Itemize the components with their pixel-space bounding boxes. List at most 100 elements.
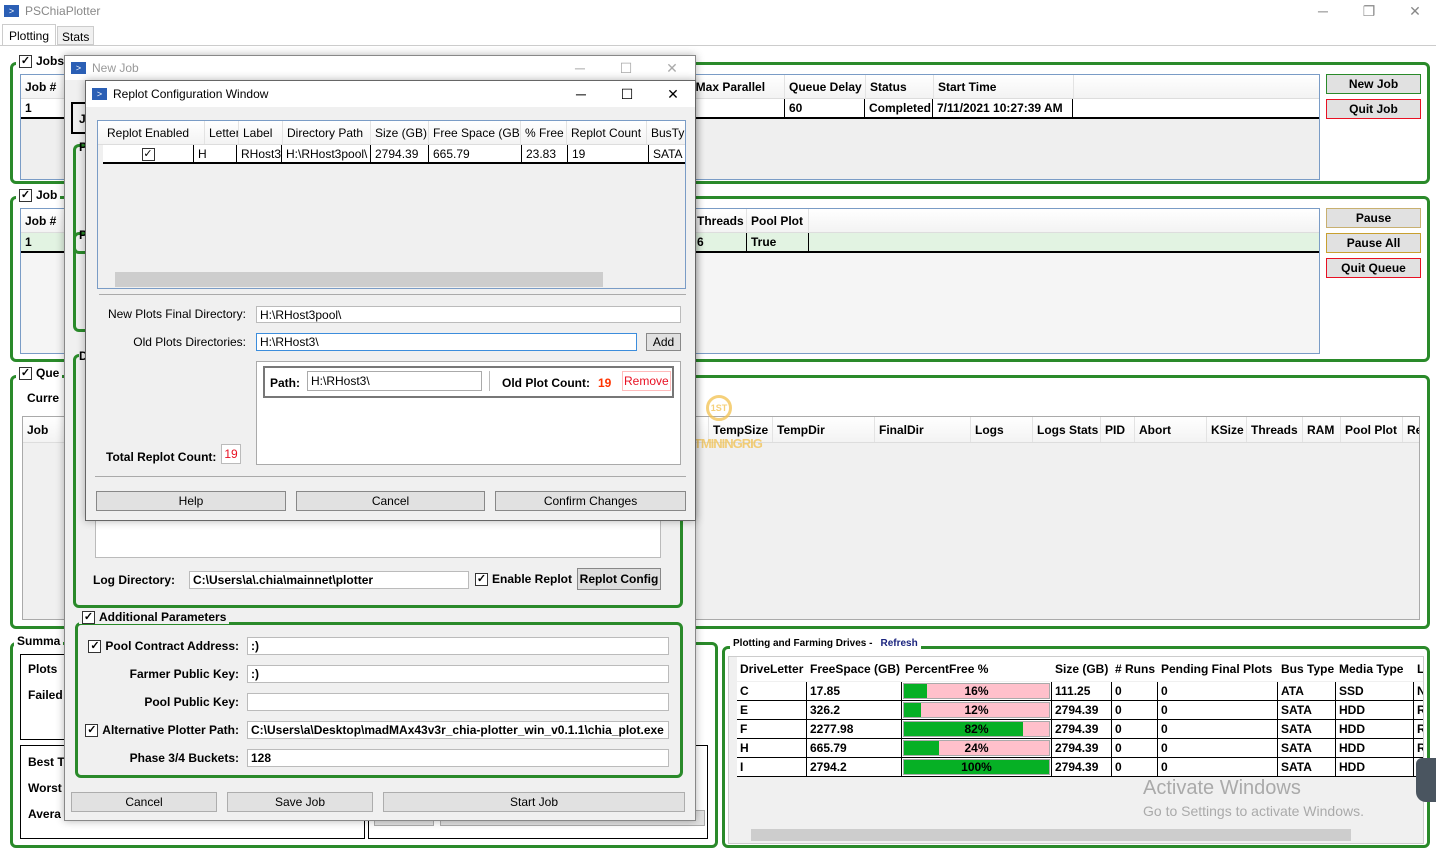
drive-row[interactable]: F2277.9882%2794.3900SATAHDDR <box>737 720 1423 739</box>
param-input[interactable]: C:\Users\a\Desktop\madMAx43v3r_chia-plot… <box>247 721 669 739</box>
param-checkbox[interactable]: ✓ <box>88 639 102 653</box>
horizontal-scrollbar[interactable] <box>98 271 685 288</box>
col-header[interactable]: KSize <box>1207 417 1247 442</box>
col-header[interactable]: Free Space (GB) <box>429 121 521 144</box>
col-header[interactable]: Replot Enabled <box>103 121 205 144</box>
col-header[interactable]: Size (GB) <box>1052 657 1112 681</box>
param-input[interactable]: :) <box>247 665 669 683</box>
col-header[interactable]: Label <box>239 121 283 144</box>
start-job-button[interactable]: Start Job <box>383 792 685 812</box>
runs-checkbox[interactable]: ✓ <box>19 366 32 380</box>
col-header[interactable]: Abort <box>1135 417 1207 442</box>
col-header[interactable]: Directory Path <box>283 121 371 144</box>
col-header[interactable]: FinalDir <box>875 417 971 442</box>
minimize-button[interactable]: ─ <box>557 56 603 80</box>
param-label: ✓ Pool Contract Address: <box>75 639 239 653</box>
drives-grid[interactable]: DriveLetter FreeSpace (GB) PercentFree % Si… <box>728 656 1424 844</box>
summary-average: Avera <box>28 807 61 821</box>
confirm-changes-button[interactable]: Confirm Changes <box>495 491 686 511</box>
col-header[interactable]: Queue Delay <box>785 75 866 98</box>
maximize-button[interactable]: ☐ <box>604 81 650 107</box>
drive-row[interactable]: C17.8516%111.2500ATASSDN <box>737 682 1423 701</box>
help-button[interactable]: Help <box>96 491 286 511</box>
col-header[interactable]: Logs <box>971 417 1033 442</box>
col-header[interactable]: Logs Stats <box>1033 417 1101 442</box>
activate-windows-subtitle: Go to Settings to activate Windows. <box>1143 803 1364 819</box>
col-header[interactable]: # Runs <box>1112 657 1158 681</box>
remove-button[interactable]: Remove <box>622 371 671 391</box>
percent-fill <box>904 703 922 717</box>
drive-row[interactable]: E326.212%2794.3900SATAHDDR <box>737 701 1423 720</box>
param-checkbox[interactable]: ✓ <box>85 723 99 737</box>
new-job-button[interactable]: New Job <box>1326 74 1421 94</box>
minimize-button[interactable]: ─ <box>1300 0 1346 24</box>
pause-all-button[interactable]: Pause All <box>1326 233 1421 253</box>
jobs-checkbox[interactable]: ✓ <box>19 54 32 68</box>
new-final-dir-input[interactable]: H:\RHost3pool\ <box>256 306 681 323</box>
tab-plotting[interactable]: Plotting <box>2 24 57 46</box>
queues-checkbox[interactable]: ✓ <box>19 188 32 202</box>
param-input[interactable]: 128 <box>247 749 669 767</box>
add-button[interactable]: Add <box>646 333 681 351</box>
cancel-button[interactable]: Cancel <box>296 491 485 511</box>
quit-queue-button[interactable]: Quit Queue <box>1326 258 1421 278</box>
drive-row[interactable]: I 2794.2 100% 2794.39 0 0 SATA HDD <box>737 758 1423 777</box>
col-header[interactable]: Start Time <box>934 75 1074 98</box>
col-header[interactable]: RAM <box>1303 417 1341 442</box>
close-button[interactable]: ✕ <box>1392 0 1436 24</box>
replot-config-button[interactable]: Replot Config <box>577 568 661 590</box>
cell: 665.79 <box>807 739 902 757</box>
table-row[interactable]: ✓ H RHost3 H:\RHost3pool\ 2794.39 665.79 23.8… <box>103 145 685 164</box>
enable-replot-checkbox[interactable]: ✓ <box>475 572 488 586</box>
col-header[interactable]: Size (GB) <box>371 121 429 144</box>
col-header[interactable]: Status <box>866 75 934 98</box>
col-header[interactable]: Re <box>1403 417 1419 442</box>
col-header[interactable]: Pool Plot <box>747 209 809 232</box>
additional-params-checkbox[interactable]: ✓ <box>82 610 95 624</box>
col-header[interactable]: Threads <box>1247 417 1303 442</box>
col-header[interactable]: L <box>1414 657 1423 681</box>
close-button[interactable]: ✕ <box>650 81 696 107</box>
old-dirs-input[interactable]: H:\RHost3\ <box>256 333 637 351</box>
maximize-button[interactable]: ☐ <box>603 56 649 80</box>
drive-row[interactable]: H665.7924%2794.3900SATAHDDR <box>737 739 1423 758</box>
cell: 2277.98 <box>807 720 902 738</box>
quit-job-button[interactable]: Quit Job <box>1326 99 1421 119</box>
log-directory-input[interactable]: C:\Users\a\.chia\mainnet\plotter <box>189 571 469 589</box>
cell: 2794.2 <box>807 758 902 776</box>
close-button[interactable]: ✕ <box>649 56 695 80</box>
minimize-button[interactable]: ─ <box>558 81 604 107</box>
col-header[interactable]: Pending Final Plots <box>1158 657 1278 681</box>
tab-stats[interactable]: Stats <box>57 26 95 45</box>
col-header[interactable]: Media Type <box>1336 657 1414 681</box>
col-header[interactable]: Threads <box>693 209 747 232</box>
replot-drives-grid[interactable]: Replot Enabled Letter Label Directory Path S… <box>97 120 686 289</box>
path-input[interactable]: H:\RHost3\ <box>307 371 482 391</box>
param-input[interactable]: :) <box>247 637 669 655</box>
summary-plots: Plots <box>28 662 58 676</box>
temp-dir-list[interactable] <box>95 520 661 558</box>
col-header[interactable]: TempDir <box>773 417 875 442</box>
teamviewer-icon[interactable] <box>1416 758 1436 802</box>
col-header[interactable]: % Free <box>521 121 567 144</box>
col-header[interactable]: DriveLetter <box>737 657 807 681</box>
save-job-button[interactable]: Save Job <box>227 792 373 812</box>
percent-free-cell: 12% <box>902 701 1052 719</box>
col-header[interactable]: FreeSpace (GB) <box>807 657 902 681</box>
param-input[interactable] <box>247 693 669 711</box>
old-dirs-label: Old Plots Directories: <box>133 335 246 349</box>
col-header[interactable]: Replot Count <box>567 121 647 144</box>
col-header[interactable]: Bus Type <box>1278 657 1336 681</box>
replot-enabled-checkbox[interactable]: ✓ <box>141 148 155 161</box>
horizontal-scrollbar[interactable] <box>729 827 1423 843</box>
col-header[interactable]: Pool Plot <box>1341 417 1403 442</box>
pause-button[interactable]: Pause <box>1326 208 1421 228</box>
col-header[interactable]: BusTyp <box>647 121 685 144</box>
cancel-button[interactable]: Cancel <box>71 792 217 812</box>
col-header[interactable]: PercentFree % <box>902 657 1052 681</box>
col-header[interactable]: PID <box>1101 417 1135 442</box>
cell: 2794.39 <box>1052 720 1112 738</box>
refresh-link[interactable]: Refresh <box>880 638 917 649</box>
col-header[interactable]: Letter <box>205 121 239 144</box>
restore-button[interactable]: ❐ <box>1346 0 1392 24</box>
